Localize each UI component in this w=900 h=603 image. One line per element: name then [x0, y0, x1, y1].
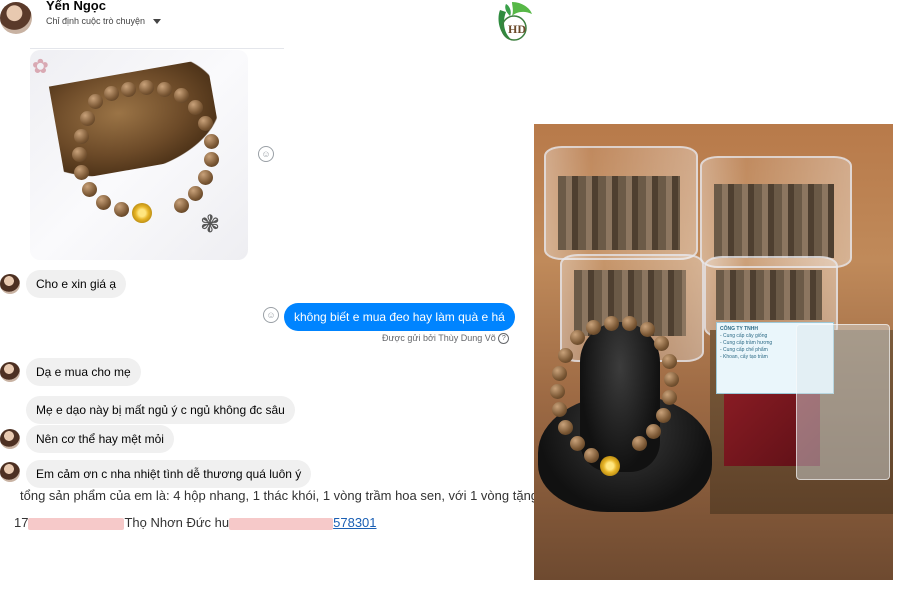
- gold-lotus-charm: [600, 456, 620, 476]
- logo-text: HD: [508, 22, 526, 36]
- contact-avatar-small: [0, 362, 20, 382]
- bead: [188, 100, 203, 115]
- address-mid: Thọ Nhơn Đức hu: [124, 515, 230, 530]
- contact-avatar-small: [0, 462, 20, 482]
- bead: [632, 436, 647, 451]
- redacted-block: [28, 517, 125, 530]
- bead: [157, 82, 172, 97]
- bead: [198, 170, 213, 185]
- bead: [604, 316, 619, 331]
- gold-lotus-charm: [132, 203, 152, 223]
- chevron-down-icon[interactable]: [153, 18, 162, 24]
- bead: [622, 316, 637, 331]
- bead: [198, 116, 213, 131]
- incense-cones: [716, 270, 822, 320]
- bead: [646, 424, 661, 439]
- bead: [82, 182, 97, 197]
- bead: [204, 134, 219, 149]
- contact-avatar-small: [0, 429, 20, 449]
- message-incoming[interactable]: Cho e xin giá ạ: [26, 270, 127, 298]
- bead: [552, 402, 567, 417]
- bead: [174, 88, 189, 103]
- address-prefix: 17: [14, 515, 29, 530]
- bead: [558, 420, 573, 435]
- brand-logo: HD: [498, 2, 532, 41]
- bead: [640, 322, 655, 337]
- bead: [570, 330, 585, 345]
- bead: [188, 186, 203, 201]
- info-icon[interactable]: ?: [498, 333, 510, 345]
- bead: [550, 384, 565, 399]
- message-incoming[interactable]: Dạ e mua cho mẹ: [26, 358, 141, 386]
- bead: [204, 152, 219, 167]
- message-incoming[interactable]: Em cảm ơn c nha nhiệt tình dễ thương quá…: [26, 460, 312, 488]
- dandelion-decoration-icon: ❃: [200, 211, 221, 238]
- phone-link[interactable]: 578301: [333, 515, 376, 530]
- contact-name[interactable]: Yến Ngọc: [46, 0, 106, 13]
- order-address: 17 Thọ Nhơn Đức hu 578301: [14, 515, 377, 530]
- bead: [104, 86, 119, 101]
- bead: [174, 198, 189, 213]
- bead: [654, 336, 669, 351]
- header-divider: [30, 48, 284, 49]
- bead: [662, 354, 677, 369]
- message-incoming[interactable]: Mẹ e dạo này bị mất ngủ ý c ngủ không đc…: [26, 396, 295, 424]
- bead: [586, 320, 601, 335]
- bead: [114, 202, 129, 217]
- sent-by-label: Được gửi bởi Thùy Dung Võ ?: [382, 333, 510, 345]
- bead: [88, 94, 103, 109]
- bead: [80, 111, 95, 126]
- react-emoji-icon[interactable]: ☺: [263, 307, 279, 323]
- message-outgoing[interactable]: không biết e mua đeo hay làm quà e há: [284, 303, 515, 331]
- order-summary: tổng sản phẩm của em là: 4 hộp nhang, 1 …: [20, 488, 539, 503]
- bead: [74, 129, 89, 144]
- message-incoming[interactable]: Nên cơ thể hay mệt mỏi: [26, 425, 174, 453]
- bead: [552, 366, 567, 381]
- conversation-subtitle: Chỉ định cuộc trò chuyện: [46, 16, 146, 26]
- contact-avatar-small: [0, 274, 20, 294]
- bead: [558, 348, 573, 363]
- contact-avatar[interactable]: [0, 2, 32, 34]
- bead: [72, 147, 87, 162]
- incense-cones: [558, 176, 680, 250]
- bead: [121, 82, 136, 97]
- bead: [74, 165, 89, 180]
- agarwood-piece: [48, 58, 224, 182]
- bead: [96, 195, 111, 210]
- bead: [584, 448, 599, 463]
- bead: [656, 408, 671, 423]
- incense-cones: [714, 184, 834, 258]
- bead: [664, 372, 679, 387]
- bead: [570, 436, 585, 451]
- sent-by-text: Được gửi bởi Thùy Dung Võ: [382, 333, 496, 343]
- conversation-settings[interactable]: Chỉ định cuộc trò chuyện: [46, 16, 162, 26]
- plastic-bag: [796, 324, 890, 480]
- redacted-block: [229, 517, 334, 530]
- flower-decoration-icon: ✿: [32, 56, 49, 78]
- bead: [662, 390, 677, 405]
- bead: [139, 80, 154, 95]
- product-set-photo[interactable]: CÔNG TY TNHH - Cung cấp cây giống - Cung…: [534, 124, 893, 580]
- bracelet-photo[interactable]: ✿ ❃: [30, 50, 248, 260]
- react-emoji-icon[interactable]: ☺: [258, 146, 274, 162]
